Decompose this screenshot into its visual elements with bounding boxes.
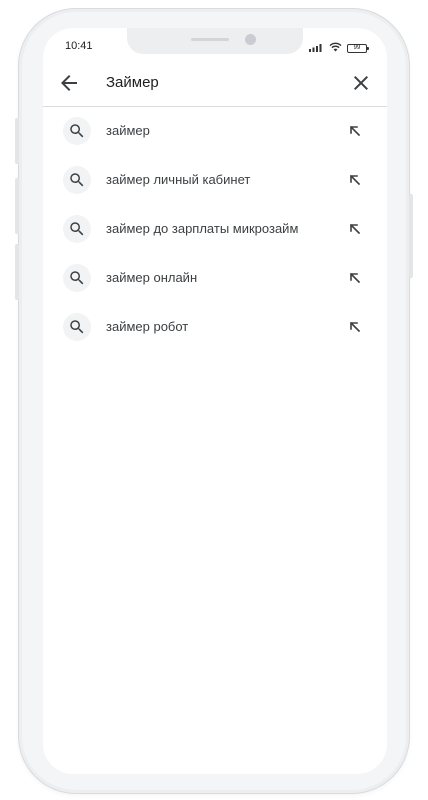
suggestion-text: займер до зарплаты микрозайм: [106, 221, 299, 236]
suggestion-item[interactable]: займер до зарплаты микрозайм: [43, 205, 387, 254]
page: 10:41 99 Займер займер займер личный каб…: [0, 0, 428, 800]
search-icon: [63, 166, 91, 194]
arrow-up-left-icon[interactable]: [347, 221, 363, 237]
status-icons: 99: [309, 39, 369, 57]
notch: [127, 28, 303, 54]
mute-switch: [15, 118, 19, 164]
suggestion-item[interactable]: займер личный кабинет: [43, 156, 387, 205]
arrow-left-icon[interactable]: [57, 71, 81, 95]
search-icon: [63, 215, 91, 243]
close-icon[interactable]: [349, 71, 373, 95]
arrow-up-left-icon[interactable]: [347, 319, 363, 335]
volume-down-button: [15, 244, 19, 300]
suggestion-text: займер: [106, 123, 150, 138]
wifi-icon: [329, 39, 342, 57]
suggestion-item[interactable]: займер: [43, 107, 387, 156]
suggestion-list: займер займер личный кабинет займер до з…: [43, 107, 387, 352]
search-header: Займер: [43, 64, 387, 107]
front-camera: [245, 34, 256, 45]
status-time: 10:41: [65, 40, 93, 52]
search-icon: [63, 264, 91, 292]
battery-icon: 99: [347, 43, 369, 53]
arrow-up-left-icon[interactable]: [347, 123, 363, 139]
suggestion-text: займер робот: [106, 319, 189, 334]
volume-up-button: [15, 178, 19, 234]
suggestion-text: займер личный кабинет: [106, 172, 251, 187]
power-button: [409, 194, 413, 278]
search-icon: [63, 117, 91, 145]
suggestion-text: займер онлайн: [106, 270, 198, 285]
suggestion-item[interactable]: займер робот: [43, 303, 387, 352]
search-icon: [63, 313, 91, 341]
speaker-grill: [191, 38, 229, 41]
signal-icon: [309, 39, 324, 57]
suggestion-item[interactable]: займер онлайн: [43, 254, 387, 303]
arrow-up-left-icon[interactable]: [347, 270, 363, 286]
arrow-up-left-icon[interactable]: [347, 172, 363, 188]
search-input[interactable]: Займер: [106, 74, 159, 91]
phone-screen: 10:41 99 Займер займер займер личный каб…: [43, 28, 387, 774]
